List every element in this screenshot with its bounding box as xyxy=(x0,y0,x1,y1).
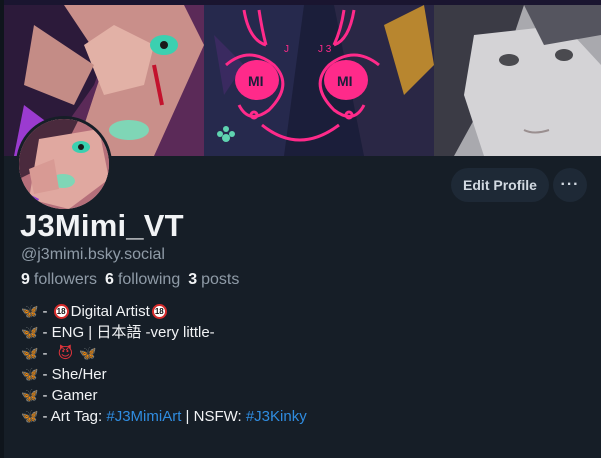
bio-line-5-text: - Gamer xyxy=(42,387,98,404)
banner-mi-right: MI xyxy=(337,73,353,89)
followers-label: followers xyxy=(33,271,98,288)
more-options-button[interactable]: ··· xyxy=(553,168,587,202)
avatar-artwork xyxy=(19,119,109,209)
profile-avatar[interactable] xyxy=(16,116,112,212)
bio-line-2: 🦋 - ENG | 日本語 -very little- xyxy=(21,322,307,343)
butterfly-icon: 🦋 xyxy=(79,345,97,361)
bio-line-1-prefix: - xyxy=(42,303,52,320)
butterfly-icon: 🦋 xyxy=(21,303,39,319)
bio-line-6-mid: | NSFW: xyxy=(181,408,246,425)
posts-label: posts xyxy=(201,271,240,288)
posts-count: 3 xyxy=(188,271,198,288)
bio-line-3: 🦋 - 😈 🦋 xyxy=(21,343,307,364)
edit-profile-button[interactable]: Edit Profile xyxy=(451,168,549,202)
butterfly-icon: 🦋 xyxy=(21,324,39,340)
bio-line-2-text: - ENG | 日本語 -very little- xyxy=(42,324,215,341)
hashtag-link-nsfw[interactable]: #J3Kinky xyxy=(246,406,307,427)
bio-line-4-text: - She/Her xyxy=(42,366,107,383)
bio-line-3-prefix: - xyxy=(42,345,52,362)
bio-line-6-prefix: - Art Tag: xyxy=(42,408,107,425)
display-name: J3Mimi_VT xyxy=(20,208,184,243)
butterfly-icon: 🦋 xyxy=(21,345,39,361)
butterfly-icon: 🦋 xyxy=(21,408,39,424)
hashtag-link-art[interactable]: #J3MimiArt xyxy=(106,406,181,427)
butterfly-icon: 🦋 xyxy=(21,387,39,403)
adults-only-18-icon: 18 xyxy=(151,304,167,319)
following-count: 6 xyxy=(105,271,114,288)
banner-j-left: J xyxy=(284,44,289,55)
bio-line-4: 🦋 - She/Her xyxy=(21,364,307,385)
followers-stat[interactable]: 9 followers xyxy=(21,271,97,289)
smiling-devil-icon: 😈 xyxy=(57,345,74,362)
bio-line-1: 🦋 - 18 Digital Artist 18 xyxy=(21,301,307,322)
bio-line-6: 🦋 - Art Tag: #J3MimiArt | NSFW: #J3Kinky xyxy=(21,406,307,427)
banner-j3-right: J 3 xyxy=(318,44,332,55)
profile-bio: 🦋 - 18 Digital Artist 18 🦋 - ENG | 日本語 -very… xyxy=(21,301,307,427)
profile-stats: 9 followers 6 following 3 posts xyxy=(21,271,239,289)
adults-only-18-icon: 18 xyxy=(53,304,69,319)
profile-handle: @j3mimi.bsky.social xyxy=(21,246,165,263)
bio-line-1-text: Digital Artist xyxy=(70,303,150,320)
posts-stat: 3 posts xyxy=(188,271,239,289)
bio-line-5: 🦋 - Gamer xyxy=(21,385,307,406)
followers-count: 9 xyxy=(21,271,30,288)
banner-mi-left: MI xyxy=(248,73,264,89)
ellipsis-icon: ··· xyxy=(560,176,580,193)
following-label: following xyxy=(117,271,181,288)
following-stat[interactable]: 6 following xyxy=(105,271,180,289)
butterfly-icon: 🦋 xyxy=(21,366,39,382)
